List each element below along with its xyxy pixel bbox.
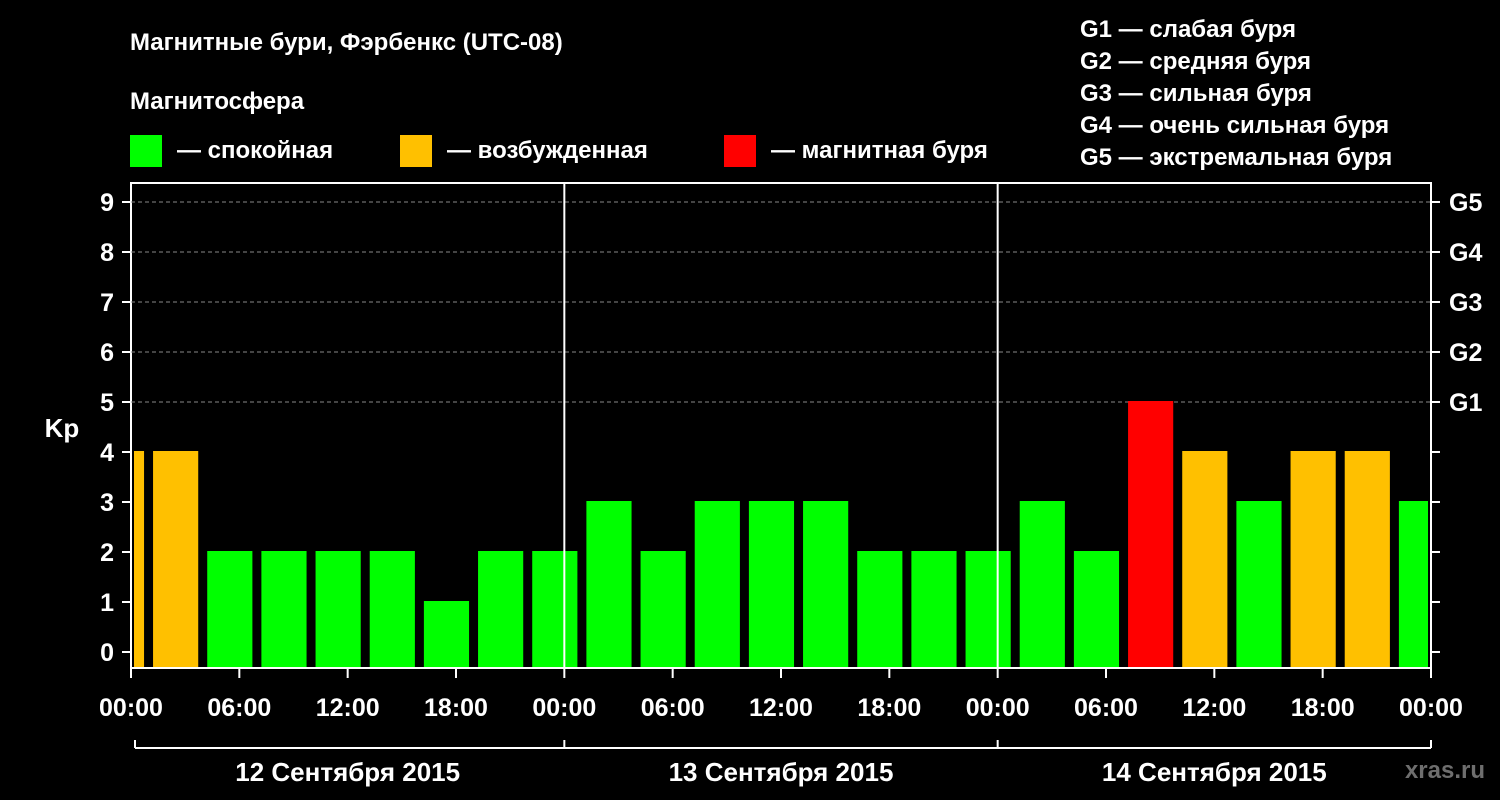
kp-bar xyxy=(694,501,740,667)
day-label: 12 Сентября 2015 xyxy=(235,757,460,787)
kp-bar xyxy=(1073,551,1120,667)
watermark: xras.ru xyxy=(1405,757,1485,784)
kp-bar xyxy=(640,551,686,667)
y-tick-label: 9 xyxy=(100,189,114,217)
legend-label: — возбужденная xyxy=(447,137,648,164)
x-tick-label: 06:00 xyxy=(207,694,271,722)
storm-scale-legend: G1 — слабая буря G2 — средняя буря G3 — си… xyxy=(1080,16,1392,171)
plot-area: 0 1 2 3 4 5 6 7 8 9 G1 G2 G3 G4 G5 00:00 06:00 12:00 18:00… xyxy=(99,182,1482,787)
kp-bar xyxy=(1290,451,1336,667)
legend-swatch xyxy=(400,135,432,167)
storm-scale-item: G2 — средняя буря xyxy=(1080,48,1311,75)
kp-bar xyxy=(134,451,145,667)
y-axis-label: Kp xyxy=(45,413,80,443)
kp-bar xyxy=(369,551,415,667)
kp-bar xyxy=(911,551,957,667)
y-tick-label: 3 xyxy=(100,489,114,517)
y-tick-label: 7 xyxy=(100,289,114,317)
x-tick-label: 00:00 xyxy=(966,694,1030,722)
storm-scale-item: G3 — сильная буря xyxy=(1080,80,1312,107)
chart-title: Магнитные бури, Фэрбенкс (UTC-08) xyxy=(130,29,563,56)
legend-swatch xyxy=(724,135,756,167)
storm-scale-item: G1 — слабая буря xyxy=(1080,16,1296,43)
kp-bar xyxy=(1398,501,1428,667)
g-level-label: G4 xyxy=(1449,239,1482,267)
x-tick-label: 12:00 xyxy=(749,694,813,722)
x-tick-label: 12:00 xyxy=(1182,694,1246,722)
y-tick-label: 2 xyxy=(100,539,114,567)
kp-bar xyxy=(1019,501,1065,667)
storm-scale-item: G5 — экстремальная буря xyxy=(1080,144,1392,171)
kp-bar xyxy=(586,501,632,667)
kp-bar xyxy=(207,551,253,667)
kp-bar xyxy=(965,551,1011,667)
x-tick-label: 18:00 xyxy=(857,694,921,722)
x-tick-label: 12:00 xyxy=(316,694,380,722)
kp-bar xyxy=(261,551,307,667)
kp-bar xyxy=(153,451,199,667)
kp-bar xyxy=(857,551,903,667)
g-level-label: G3 xyxy=(1449,289,1482,317)
kp-bar xyxy=(1128,401,1174,667)
kp-bar xyxy=(803,501,849,667)
y-tick-label: 6 xyxy=(100,339,114,367)
kp-bar xyxy=(423,601,470,667)
x-tick-label: 06:00 xyxy=(641,694,705,722)
x-tick-label: 06:00 xyxy=(1074,694,1138,722)
g-level-label: G2 xyxy=(1449,339,1482,367)
day-label: 13 Сентября 2015 xyxy=(669,757,894,787)
day-label: 14 Сентября 2015 xyxy=(1102,757,1327,787)
legend: — спокойная — возбужденная — магнитная бур… xyxy=(130,135,988,167)
y-tick-label: 5 xyxy=(100,389,114,417)
kp-bar xyxy=(1236,501,1282,667)
kp-bar xyxy=(478,551,524,667)
x-tick-label: 18:00 xyxy=(424,694,488,722)
kp-bar xyxy=(748,501,795,667)
x-tick-label: 18:00 xyxy=(1291,694,1355,722)
x-tick-label: 00:00 xyxy=(532,694,596,722)
y-tick-label: 0 xyxy=(100,639,114,667)
kp-bar xyxy=(1344,451,1390,667)
storm-scale-item: G4 — очень сильная буря xyxy=(1080,112,1389,139)
x-tick-label: 00:00 xyxy=(99,694,163,722)
legend-label: — магнитная буря xyxy=(771,137,988,164)
y-tick-label: 4 xyxy=(100,439,114,467)
legend-label: — спокойная xyxy=(177,137,333,164)
legend-heading: Магнитосфера xyxy=(130,88,305,115)
y-tick-label: 1 xyxy=(100,589,114,617)
kp-chart: Магнитные бури, Фэрбенкс (UTC-08) Магнит… xyxy=(45,16,1485,787)
kp-bar xyxy=(315,551,361,667)
kp-bar xyxy=(1182,451,1228,667)
g-level-label: G5 xyxy=(1449,189,1482,217)
y-tick-label: 8 xyxy=(100,239,114,267)
x-tick-label: 00:00 xyxy=(1399,694,1463,722)
g-level-label: G1 xyxy=(1449,389,1482,417)
legend-swatch xyxy=(130,135,162,167)
kp-bar xyxy=(532,551,578,667)
